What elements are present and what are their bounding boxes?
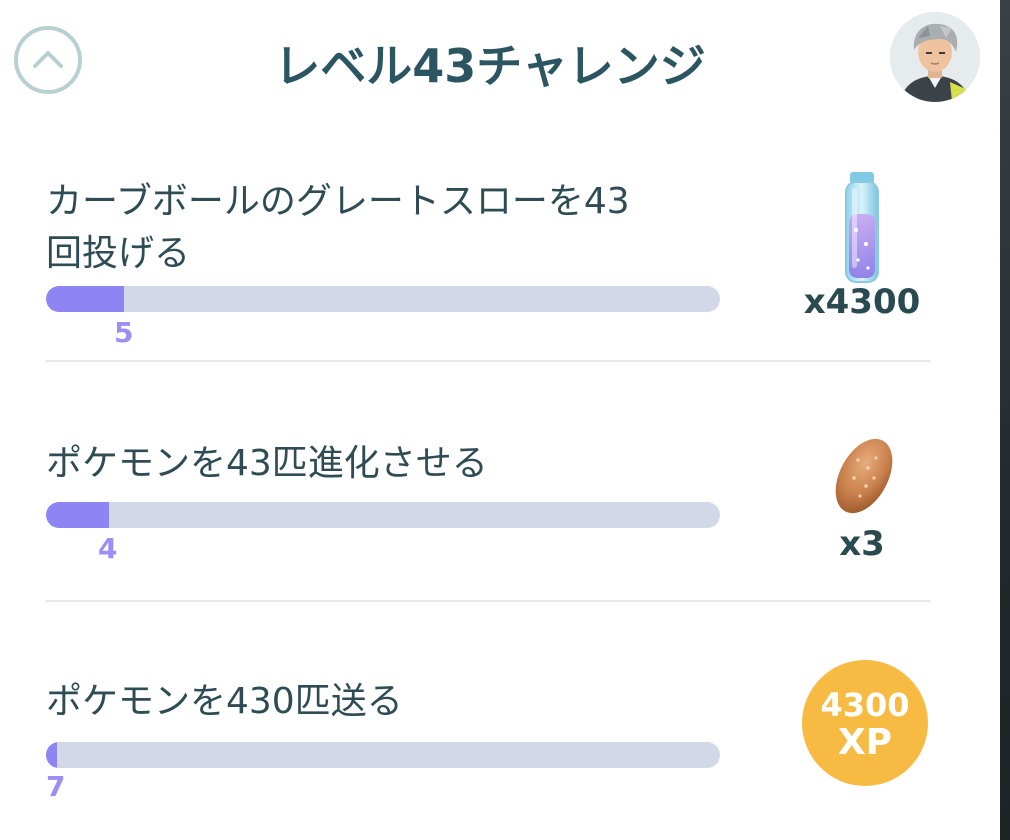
task-description-line: ポケモンを43匹進化させる [46,443,488,484]
task-description-line: カーブボールのグレートスローを43 [46,181,630,222]
trainer-avatar[interactable] [890,12,980,102]
progress-count: 5 [114,316,134,349]
task-description-line: ポケモンを430匹送る [46,681,403,722]
progress-count: 7 [46,770,66,803]
divider [46,600,930,602]
reward-count: x3 [839,524,885,564]
challenge-panel: レベル43チャレンジ カーブボールのグレートスローを43 回投げる 5 x430… [0,0,1000,840]
progress-count: 4 [98,532,118,565]
page-title: レベル43チャレンジ [274,39,706,93]
divider [46,360,930,362]
task-description-line: 回投げる [46,233,191,274]
xp-unit: XP [837,722,893,763]
task-description: ポケモンを43匹進化させる [46,438,736,490]
challenge-task: ポケモンを43匹進化させる 4 x3 [46,438,930,578]
collapse-button[interactable] [14,26,82,94]
challenge-task: ポケモンを430匹送る 7 [46,676,930,816]
xp-badge-icon: 4300 XP [802,660,928,786]
xp-amount: 4300 [820,686,910,724]
task-description: ポケモンを430匹送る [46,676,736,728]
task-description: カーブボールのグレートスローを43 回投げる [46,176,736,280]
progress-bar-fill [46,502,109,528]
reward-count: x4300 [803,282,921,322]
chevron-up-icon [33,51,63,68]
progress-bar-fill [46,286,125,312]
progress-bar [46,286,720,312]
stardust-vial-icon [845,172,879,283]
trainer-avatar-icon [890,12,980,102]
progress-bar-fill [46,742,57,768]
progress-bar [46,742,720,768]
progress-bar [46,502,720,528]
challenge-task: カーブボールのグレートスローを43 回投げる 5 x4300 [46,172,930,356]
nanab-berry-icon [835,438,893,514]
background-edge [1000,0,1010,840]
